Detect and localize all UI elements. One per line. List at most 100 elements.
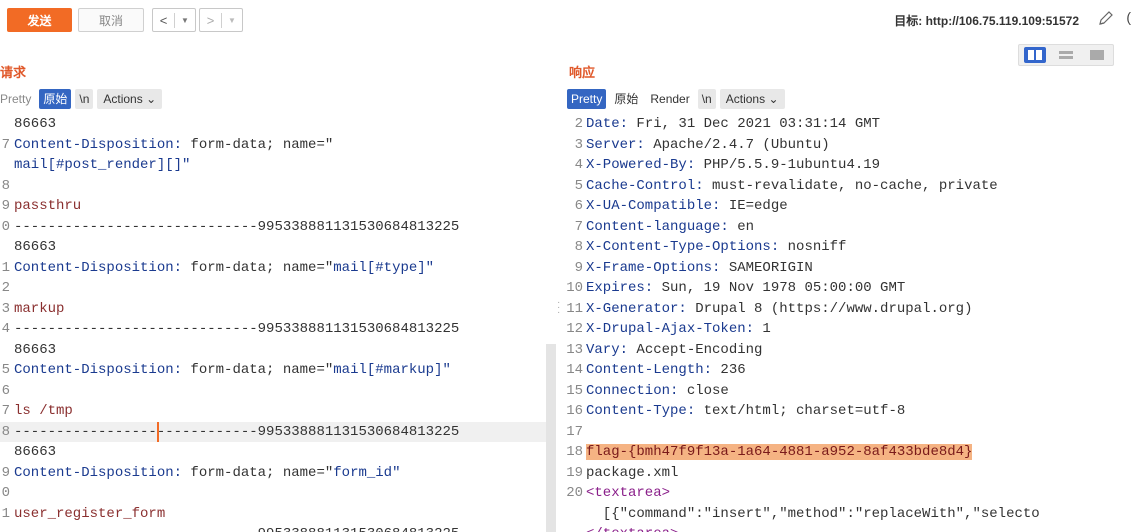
request-line: 1 user_register_form bbox=[0, 504, 546, 525]
split-rows-icon[interactable] bbox=[1055, 47, 1077, 63]
response-tab-pretty[interactable]: Pretty bbox=[567, 89, 607, 109]
split-columns-icon[interactable] bbox=[1023, 47, 1046, 63]
line-number: 1 bbox=[1, 505, 10, 522]
request-line: 5 Content-Disposition: form-data; name="m… bbox=[0, 360, 546, 381]
line-number: 1 bbox=[1, 259, 10, 276]
response-line: 11 X-Generator: Drupal 8 (https://www.dru… bbox=[562, 299, 1131, 320]
forward-nav-group: > ▼ bbox=[199, 8, 243, 32]
response-line: 17 bbox=[562, 422, 1131, 443]
line-text: -----------------------------99533888113… bbox=[14, 524, 459, 532]
line-text: Connection: close bbox=[586, 382, 729, 399]
line-text: mail[#post_render][]" bbox=[14, 157, 191, 173]
line-number bbox=[0, 237, 14, 258]
response-line: 19 package.xml bbox=[562, 463, 1131, 484]
line-text: X-UA-Compatible: IE=edge bbox=[586, 198, 788, 214]
line-number: 19 bbox=[566, 464, 583, 481]
request-line: 7 Content-Disposition: form-data; name=" bbox=[0, 135, 546, 156]
back-button[interactable]: < bbox=[153, 12, 175, 28]
line-number: 2 bbox=[574, 116, 583, 132]
single-pane-icon[interactable] bbox=[1086, 47, 1108, 63]
line-text: Vary: Accept-Encoding bbox=[586, 341, 763, 358]
toolbar: 发送 取消 < ▼ > ▼ 目标: http://106.75.119.109:… bbox=[0, 0, 1131, 36]
forward-button[interactable]: > bbox=[200, 12, 222, 28]
request-line: mail[#post_render][]" bbox=[0, 155, 546, 176]
response-actions-menu[interactable]: Actions ⌄ bbox=[719, 89, 785, 109]
line-text: 86663 bbox=[14, 116, 57, 132]
line-text: package.xml bbox=[586, 464, 679, 481]
request-tab-raw[interactable]: 原始 bbox=[39, 89, 72, 109]
line-number: 10 bbox=[566, 280, 583, 296]
line-text: -----------------------------99533888113… bbox=[14, 423, 460, 440]
response-tab-raw[interactable]: 原始 bbox=[610, 89, 642, 109]
line-number bbox=[0, 114, 14, 135]
response-line: 12 X-Drupal-Ajax-Token: 1 bbox=[562, 319, 1131, 340]
cancel-button[interactable]: 取消 bbox=[78, 8, 144, 32]
line-text: Content-Disposition: form-data; name=" bbox=[14, 136, 334, 153]
request-editor[interactable]: 86663 7 Content-Disposition: form-data; na… bbox=[0, 114, 546, 532]
line-number: 0 bbox=[1, 218, 10, 235]
line-text: Date: Fri, 31 Dec 2021 03:31:14 GMT bbox=[586, 116, 881, 132]
request-line: 8 -----------------------------9953388811… bbox=[0, 421, 546, 442]
line-text: Cache-Control: must-revalidate, no-cache… bbox=[586, 177, 998, 194]
response-line: 13 Vary: Accept-Encoding bbox=[562, 340, 1131, 361]
request-line: 9 passthru bbox=[0, 196, 546, 217]
request-scrollbar[interactable] bbox=[546, 344, 556, 532]
chevron-down-icon: ⌄ bbox=[146, 92, 157, 106]
response-line: 15 Connection: close bbox=[562, 381, 1131, 402]
request-line: 7 ls /tmp bbox=[0, 401, 546, 422]
response-line: 7 Content-language: en bbox=[562, 217, 1131, 238]
line-number bbox=[562, 524, 586, 532]
line-text: Content-Disposition: form-data; name="ma… bbox=[14, 362, 451, 378]
line-number: 3 bbox=[1, 300, 10, 317]
line-number: 6 bbox=[574, 198, 583, 214]
request-line: 86663 bbox=[0, 237, 546, 258]
line-text: Content-Disposition: form-data; name="fo… bbox=[14, 464, 401, 481]
response-tab-render[interactable]: Render bbox=[646, 89, 693, 109]
forward-history-dropdown[interactable]: ▼ bbox=[222, 16, 242, 25]
line-text: Content-Type: text/html; charset=utf-8 bbox=[586, 403, 906, 419]
line-number: 7 bbox=[574, 218, 583, 235]
layout-toggle bbox=[1018, 44, 1114, 66]
help-icon[interactable]: ( bbox=[1126, 9, 1131, 25]
response-tab-newline[interactable]: \n bbox=[697, 89, 716, 109]
line-number: 11 bbox=[566, 300, 583, 317]
line-number: 7 bbox=[1, 136, 10, 153]
request-line: 86663 bbox=[0, 114, 546, 135]
line-number: 8 bbox=[1, 177, 10, 194]
line-text: <textarea> bbox=[586, 485, 671, 501]
response-editor[interactable]: 2 Date: Fri, 31 Dec 2021 03:31:14 GMT 3 Ser… bbox=[562, 114, 1131, 532]
line-number: 9 bbox=[1, 198, 10, 214]
line-number: 3 bbox=[574, 136, 583, 153]
request-actions-menu[interactable]: Actions ⌄ bbox=[97, 89, 163, 109]
request-tab-pretty[interactable]: Pretty bbox=[0, 89, 35, 109]
line-number bbox=[0, 340, 14, 361]
request-line: 86663 bbox=[0, 442, 546, 463]
line-text: Content-Length: 236 bbox=[586, 362, 746, 378]
line-number: 9 bbox=[1, 464, 10, 481]
splitter-handle-icon[interactable]: · · · bbox=[557, 298, 560, 318]
line-number: 4 bbox=[574, 157, 583, 173]
request-tab-newline[interactable]: \n bbox=[75, 89, 94, 109]
line-number: 0 bbox=[1, 485, 10, 501]
line-number: 8 bbox=[574, 239, 583, 255]
edit-target-pencil-icon[interactable] bbox=[1097, 9, 1119, 29]
line-number: 20 bbox=[566, 485, 583, 501]
line-number: 4 bbox=[1, 321, 10, 337]
line-text: X-Frame-Options: SAMEORIGIN bbox=[586, 259, 813, 276]
line-text: X-Content-Type-Options: nosniff bbox=[586, 239, 847, 255]
line-number: 9 bbox=[574, 259, 583, 276]
line-number bbox=[0, 442, 14, 463]
request-line: 6 bbox=[0, 381, 546, 402]
request-line: 3 markup bbox=[0, 299, 546, 320]
line-number bbox=[0, 524, 14, 532]
line-number bbox=[0, 155, 14, 176]
text-cursor bbox=[157, 421, 159, 442]
line-text: ls /tmp bbox=[14, 403, 73, 419]
back-history-dropdown[interactable]: ▼ bbox=[175, 16, 195, 25]
line-text: passthru bbox=[14, 198, 82, 214]
send-button[interactable]: 发送 bbox=[7, 8, 72, 32]
line-text: Expires: Sun, 19 Nov 1978 05:00:00 GMT bbox=[586, 280, 906, 296]
line-number: 7 bbox=[1, 403, 10, 419]
line-text: 86663 bbox=[14, 444, 57, 460]
line-number: 16 bbox=[566, 403, 583, 419]
